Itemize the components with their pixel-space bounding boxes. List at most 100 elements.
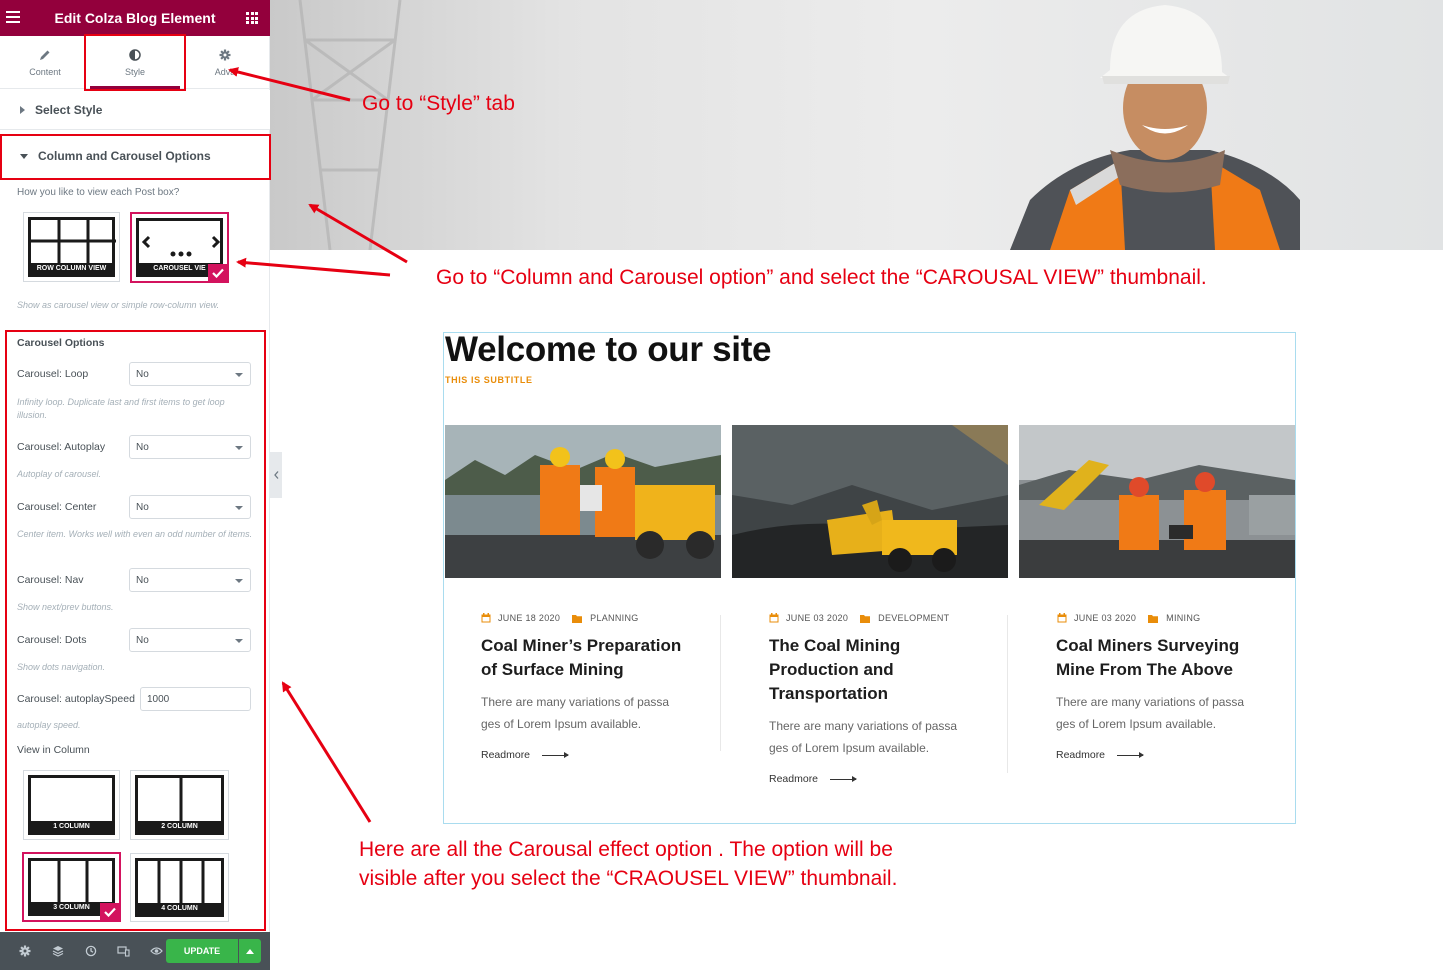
post-divider [720, 615, 721, 751]
post-3-excerpt-line-2: ges of Lorem Ipsum available. [1056, 717, 1217, 731]
carousel-nav-row: Carousel: Nav No [17, 568, 251, 592]
post-3-category[interactable]: MINING [1148, 613, 1200, 623]
carousel-autoplay-row: Carousel: Autoplay No [17, 435, 251, 459]
post-1-excerpt-line-2: ges of Lorem Ipsum available. [481, 717, 642, 731]
post-1-title-line-2: of Surface Mining [481, 660, 624, 679]
four-column-thumbnail[interactable]: 4 COLUMN [130, 853, 229, 922]
carousel-view-thumbnail[interactable]: CAROUSEL VIE [130, 212, 229, 283]
annotation-effects-line-2: visible after you select the “CRAOUSEL V… [359, 867, 898, 890]
carousel-loop-hint: Infinity loop. Duplicate last and first … [17, 397, 225, 420]
view-question: How you like to view each Post box? [17, 187, 180, 198]
tab-advanced[interactable]: Adva [180, 36, 270, 89]
folder-icon [1148, 614, 1159, 623]
post-3-title[interactable]: Coal Miners Surveying Mine From The Abov… [1056, 634, 1276, 682]
post-2-readmore-link[interactable]: Readmore [769, 773, 858, 785]
post-3-meta: JUNE 03 2020 MINING [1057, 613, 1200, 623]
section-select-style[interactable]: Select Style [0, 90, 270, 130]
section-column-carousel-label: Column and Carousel Options [38, 149, 211, 163]
post-2-title-line-3: Transportation [769, 684, 889, 703]
four-column-label: 4 COLUMN [138, 903, 221, 914]
caret-up-icon [246, 948, 254, 954]
post-2-date: JUNE 03 2020 [786, 613, 849, 623]
carousel-dots-select[interactable]: No [129, 628, 251, 652]
carousel-nav-value: No [136, 574, 149, 586]
carousel-nav-select[interactable]: No [129, 568, 251, 592]
section-column-carousel[interactable]: Column and Carousel Options [0, 136, 270, 176]
three-column-thumbnail[interactable]: 3 COLUMN [22, 852, 121, 922]
widgets-grid-icon[interactable] [246, 12, 258, 24]
autoplay-speed-label: Carousel: autoplaySpeed [17, 693, 135, 705]
tab-style-label: Style [124, 66, 145, 77]
autoplay-speed-input[interactable]: 1000 [140, 687, 251, 711]
carousel-center-label: Carousel: Center [17, 501, 97, 513]
post-2-title-line-2: Production and [769, 660, 894, 679]
one-column-thumbnail[interactable]: 1 COLUMN [23, 770, 120, 840]
miners-surveying-photo [1019, 425, 1295, 578]
view-hint: Show as carousel view or simple row-colu… [17, 300, 220, 310]
carousel-autoplay-label: Carousel: Autoplay [17, 441, 106, 453]
carousel-nav-hint: Show next/prev buttons. [17, 602, 114, 612]
collapse-panel-handle[interactable] [270, 452, 282, 498]
carousel-autoplay-select[interactable]: No [129, 435, 251, 459]
post-2-readmore-label: Readmore [769, 773, 819, 785]
post-3-readmore-link[interactable]: Readmore [1056, 749, 1145, 761]
history-icon [85, 945, 96, 957]
update-button[interactable]: UPDATE [166, 939, 238, 963]
calendar-icon [769, 613, 779, 623]
section-subtitle: THIS IS SUBTITLE [445, 375, 533, 385]
worker-photo-graphic [1010, 5, 1300, 250]
post-2-title-line-1: The Coal Mining [769, 636, 901, 655]
arrow-to-options [281, 681, 372, 823]
chevron-right-icon [20, 105, 25, 114]
pencil-icon [40, 50, 50, 60]
arrow-right-icon [1117, 751, 1145, 758]
settings-button[interactable] [8, 932, 41, 970]
tab-content[interactable]: Content [0, 36, 90, 89]
post-2-title[interactable]: The Coal Mining Production and Transport… [769, 634, 989, 706]
carousel-dots-row: Carousel: Dots No [17, 628, 251, 652]
post-image-3[interactable] [1019, 425, 1295, 578]
row-column-view-preview: ROW COLUMN VIEW [28, 217, 116, 277]
responsive-mode-button[interactable] [107, 932, 140, 970]
post-1-readmore-link[interactable]: Readmore [481, 749, 570, 761]
tab-style[interactable]: Style [90, 36, 180, 89]
three-column-divider-icon [57, 861, 89, 905]
navigator-button[interactable] [41, 932, 74, 970]
panel-footer: UPDATE [0, 932, 270, 970]
update-options-button[interactable] [239, 939, 261, 963]
post-2-category[interactable]: DEVELOPMENT [860, 613, 949, 623]
annotation-effects-line-1: Here are all the Carousal effect option … [359, 838, 893, 861]
row-column-view-label: ROW COLUMN VIEW [31, 263, 112, 274]
editor-panel: Edit Colza Blog Element Content Style Ad… [0, 0, 270, 970]
two-column-thumbnail[interactable]: 2 COLUMN [130, 770, 229, 840]
carousel-center-hint: Center item. Works well with even an odd… [17, 529, 253, 539]
post-1-excerpt: There are many variations of passa ges o… [481, 691, 691, 735]
post-3-title-line-2: Mine From The Above [1056, 660, 1233, 679]
carousel-loop-select[interactable]: No [129, 362, 251, 386]
hamburger-menu-icon[interactable] [6, 11, 20, 23]
carousel-autoplay-hint: Autoplay of carousel. [17, 469, 102, 479]
post-image-2[interactable] [732, 425, 1008, 578]
grid-layout-icon [31, 220, 116, 264]
post-1-title[interactable]: Coal Miner’s Preparation of Surface Mini… [481, 634, 701, 682]
tab-content-label: Content [29, 66, 61, 77]
calendar-icon [1057, 613, 1067, 623]
post-1-category[interactable]: PLANNING [572, 613, 638, 623]
carousel-loop-row: Carousel: Loop No [17, 362, 251, 386]
folder-icon [572, 614, 583, 623]
hero-banner-image [270, 0, 1443, 250]
eye-icon [150, 947, 163, 955]
carousel-center-select[interactable]: No [129, 495, 251, 519]
post-1-excerpt-line-1: There are many variations of passa [481, 695, 670, 709]
post-divider [1007, 615, 1008, 773]
two-column-divider-icon [179, 778, 183, 822]
row-column-view-thumbnail[interactable]: ROW COLUMN VIEW [23, 212, 120, 282]
view-in-column-label: View in Column [17, 744, 90, 756]
tab-advanced-label: Adva [214, 66, 236, 77]
carousel-dots-value: No [136, 634, 149, 646]
layers-icon [52, 946, 63, 957]
devices-icon [117, 946, 130, 957]
arrow-right-icon [542, 751, 570, 758]
post-image-1[interactable] [445, 425, 721, 578]
history-button[interactable] [74, 932, 107, 970]
